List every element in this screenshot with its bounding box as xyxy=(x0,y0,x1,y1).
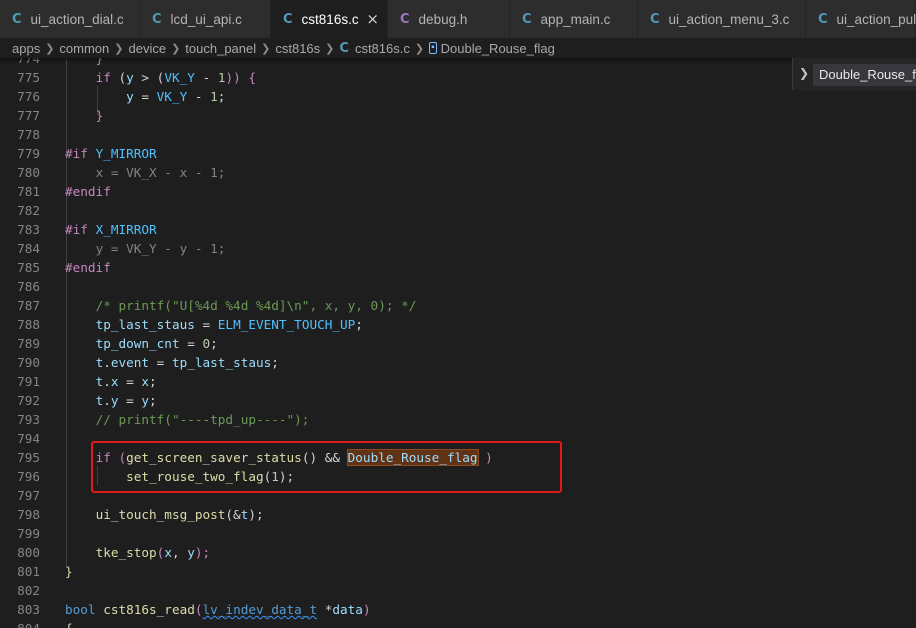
line-number: 779 xyxy=(17,146,40,161)
tab-label: app_main.c xyxy=(540,11,611,27)
tab-label: cst816s.c xyxy=(301,11,359,27)
line-number: 776 xyxy=(17,89,40,104)
code-line-804: { xyxy=(65,619,73,628)
line-number: 785 xyxy=(17,260,40,275)
line-number: 802 xyxy=(17,583,40,598)
c-file-icon: C xyxy=(650,11,660,27)
tab-ui-action-menu-3[interactable]: C ui_action_menu_3.c xyxy=(638,0,806,38)
line-number: 778 xyxy=(17,127,40,142)
chevron-right-icon: ❯ xyxy=(114,42,124,55)
code-line-779: #if Y_MIRROR xyxy=(65,146,157,161)
code-line-790: t.event = tp_last_staus; xyxy=(95,355,279,370)
h-file-icon: C xyxy=(400,11,410,27)
chevron-right-icon: ❯ xyxy=(45,42,55,55)
annotation-highlight-box xyxy=(91,441,562,493)
line-number: 786 xyxy=(17,279,40,294)
c-file-icon: C xyxy=(818,11,828,27)
code-line-781: #endif xyxy=(65,184,111,199)
code-line-793: // printf("----tpd_up----"); xyxy=(95,412,310,427)
code-line-798: ui_touch_msg_post(&t); xyxy=(95,507,264,522)
breadcrumb-file[interactable]: cst816s.c xyxy=(355,41,410,56)
line-number: 800 xyxy=(17,545,40,560)
line-number: 798 xyxy=(17,507,40,522)
code-line-775: if (y > (VK_Y - 1)) { xyxy=(95,70,257,85)
line-number: 795 xyxy=(17,450,40,465)
tab-ui-action-pull[interactable]: C ui_action_pull xyxy=(806,0,916,38)
code-line-792: t.y = y; xyxy=(95,393,157,408)
tab-label: lcd_ui_api.c xyxy=(170,11,242,27)
c-file-icon: C xyxy=(339,40,349,56)
code-line-787: /* printf("U[%4d %4d %4d]\n", x, y, 0); … xyxy=(95,298,417,313)
tab-app-main[interactable]: C app_main.c xyxy=(510,0,638,38)
code-line-801: } xyxy=(65,564,73,579)
tab-cst816s[interactable]: C cst816s.c × xyxy=(271,0,388,38)
c-file-icon: C xyxy=(522,11,532,27)
tab-label: ui_action_dial.c xyxy=(30,11,124,27)
line-number: 792 xyxy=(17,393,40,408)
code-line-774: } xyxy=(95,58,104,66)
code-line-803: bool cst816s_read(lv_indev_data_t *data) xyxy=(65,602,371,617)
line-number: 803 xyxy=(17,602,40,617)
line-number: 801 xyxy=(17,564,40,579)
code-line-789: tp_down_cnt = 0; xyxy=(95,336,218,351)
outline-item[interactable]: Double_Rouse_fl xyxy=(813,64,916,86)
breadcrumb-item[interactable]: cst816s xyxy=(275,41,320,56)
line-number: 793 xyxy=(17,412,40,427)
c-file-icon: C xyxy=(12,11,22,27)
chevron-right-icon: ❯ xyxy=(414,42,425,55)
line-number: 796 xyxy=(17,469,40,484)
breadcrumb-symbol[interactable]: Double_Rouse_flag xyxy=(441,41,555,56)
line-number: 790 xyxy=(17,355,40,370)
tab-label: ui_action_menu_3.c xyxy=(668,11,790,27)
tab-debug-h[interactable]: C debug.h xyxy=(388,0,510,38)
line-number: 804 xyxy=(0,619,40,628)
close-icon[interactable]: × xyxy=(366,10,379,28)
line-number: 784 xyxy=(17,241,40,256)
line-number: 789 xyxy=(17,336,40,351)
code-line-780: x = VK_X - x - 1; xyxy=(95,165,226,180)
code-line-783: #if X_MIRROR xyxy=(65,222,157,237)
tab-label: debug.h xyxy=(418,11,468,27)
chevron-right-icon: ❯ xyxy=(171,42,181,55)
tab-label: ui_action_pull xyxy=(836,11,916,27)
code-line-788: tp_last_staus = ELM_EVENT_TOUCH_UP; xyxy=(95,317,363,332)
tab-ui-action-dial[interactable]: C ui_action_dial.c xyxy=(0,0,140,38)
code-line-800: tke_stop(x, y); xyxy=(95,545,211,560)
line-number: 797 xyxy=(17,488,40,503)
editor-tab-bar: C ui_action_dial.c C lcd_ui_api.c C cst8… xyxy=(0,0,916,38)
line-number: 774 xyxy=(17,58,40,66)
breadcrumb: apps ❯ common ❯ device ❯ touch_panel ❯ cst81… xyxy=(0,38,916,58)
chevron-right-icon: ❯ xyxy=(325,42,335,55)
line-number: 775 xyxy=(17,70,40,85)
chevron-right-icon[interactable]: ❯ xyxy=(799,66,809,80)
outline-popup[interactable]: ❯ Double_Rouse_fl xyxy=(792,58,916,90)
code-line-776: y = VK_Y - 1; xyxy=(126,89,226,104)
breadcrumb-item[interactable]: common xyxy=(59,41,109,56)
breadcrumb-item[interactable]: device xyxy=(129,41,167,56)
line-number: 781 xyxy=(17,184,40,199)
code-line-785: #endif xyxy=(65,260,111,275)
line-number: 799 xyxy=(17,526,40,541)
code-line-784: y = VK_Y - y - 1; xyxy=(95,241,226,256)
chevron-right-icon: ❯ xyxy=(261,42,271,55)
line-number: 780 xyxy=(17,165,40,180)
line-number: 782 xyxy=(17,203,40,218)
variable-symbol-icon: ▪ xyxy=(429,42,437,54)
tab-lcd-ui-api[interactable]: C lcd_ui_api.c xyxy=(140,0,271,38)
breadcrumb-item[interactable]: touch_panel xyxy=(185,41,256,56)
code-editor[interactable]: 774 775 776 777 778 779 780 781 782 783 784 785 786 7… xyxy=(0,58,916,628)
c-file-icon: C xyxy=(152,11,162,27)
line-number: 783 xyxy=(17,222,40,237)
line-number: 794 xyxy=(17,431,40,446)
code-line-777: } xyxy=(95,108,104,123)
line-number: 791 xyxy=(17,374,40,389)
breadcrumb-item[interactable]: apps xyxy=(12,41,40,56)
line-number: 777 xyxy=(17,108,40,123)
line-number: 787 xyxy=(17,298,40,313)
c-file-icon: C xyxy=(283,11,293,27)
line-number: 788 xyxy=(17,317,40,332)
code-line-791: t.x = x; xyxy=(95,374,157,389)
